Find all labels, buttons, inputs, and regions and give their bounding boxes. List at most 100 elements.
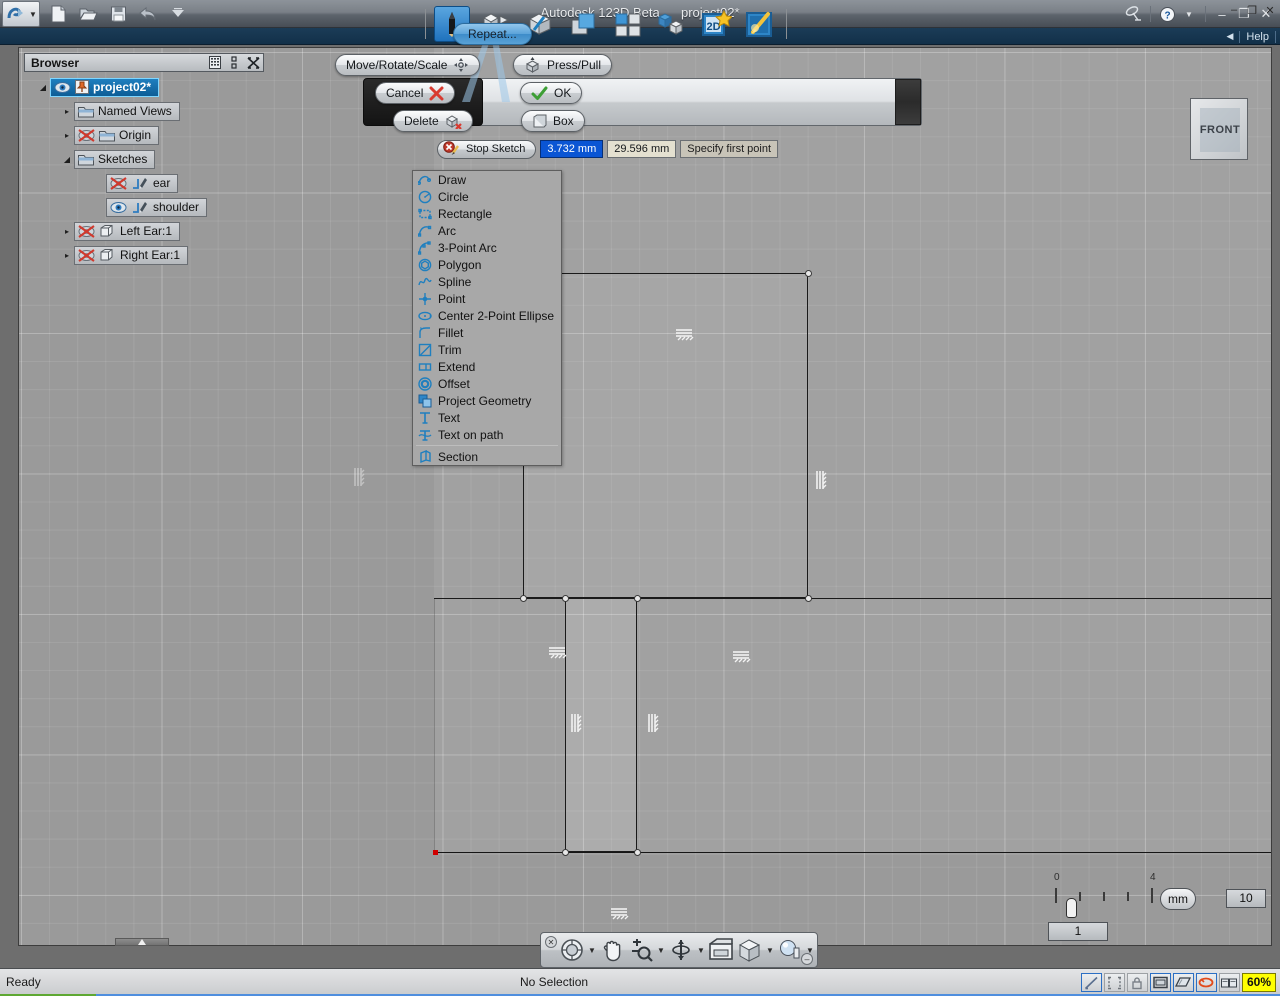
scale-value-left[interactable]: 1	[1048, 922, 1108, 941]
chevron-down-icon[interactable]: ▼	[697, 946, 705, 955]
stop-sketch-button[interactable]: Stop Sketch	[437, 139, 537, 159]
browser-settings-icon[interactable]	[226, 55, 242, 70]
twisty-collapsed-icon[interactable]: ▸	[60, 227, 74, 236]
tree-row[interactable]: ear	[24, 171, 264, 195]
horizontal-constraint-icon[interactable]	[609, 906, 631, 922]
twisty-expanded-icon[interactable]: ◢	[60, 155, 74, 164]
document-minimize-button[interactable]: –	[1226, 3, 1242, 17]
document-restore-button[interactable]: ❐	[1244, 3, 1260, 17]
eye-visible-icon[interactable]	[54, 81, 71, 94]
dimension-input-active[interactable]: 3.732 mm	[540, 140, 604, 158]
sidebar-item-right-ear-1[interactable]: Right Ear:1	[74, 245, 189, 265]
broadcast-icon[interactable]	[1124, 3, 1144, 25]
horizontal-constraint-icon[interactable]	[674, 327, 696, 343]
sidebar-item-left-ear-1[interactable]: Left Ear:1	[74, 221, 181, 241]
sketch-upper-rectangle[interactable]	[523, 273, 808, 598]
sketch-vertex[interactable]	[634, 849, 641, 856]
pattern-icon[interactable]	[566, 6, 602, 42]
menu-item-project-geometry[interactable]: Project Geometry	[413, 392, 561, 409]
sketch-lower-top-edge-right[interactable]	[637, 598, 1271, 599]
menu-item-section[interactable]: Section	[413, 448, 561, 465]
navbar-close-button[interactable]: ✕	[545, 936, 557, 948]
visual-style-icon[interactable]	[737, 936, 763, 964]
sketch-vertex[interactable]	[562, 849, 569, 856]
browser-filter-icon[interactable]	[207, 55, 223, 70]
sketch-origin-point[interactable]	[433, 850, 438, 855]
sketch-vertex[interactable]	[520, 595, 527, 602]
menu-item-text-on-path[interactable]: Text on path	[413, 426, 561, 443]
tree-row[interactable]: ◢ Sketches	[24, 147, 264, 171]
help-dropdown-icon[interactable]: ▼	[1179, 3, 1199, 25]
menu-item-rectangle[interactable]: Rectangle	[413, 205, 561, 222]
scale-slider-thumb[interactable]	[1066, 898, 1077, 918]
box-menu-item[interactable]: Box	[521, 110, 585, 132]
panel-collapse-handle[interactable]	[115, 938, 169, 946]
menu-item-trim[interactable]: Trim	[413, 341, 561, 358]
sketch-vertex[interactable]	[805, 270, 812, 277]
repeat-menu-item[interactable]: Repeat...	[453, 23, 532, 45]
orbit-toggle-icon[interactable]	[1195, 973, 1217, 992]
scale-value-right[interactable]: 10	[1226, 889, 1266, 908]
tree-row[interactable]: ◢ project02*	[24, 75, 264, 99]
menu-item-circle[interactable]: Circle	[413, 188, 561, 205]
cancel-menu-item[interactable]: Cancel	[375, 82, 456, 104]
press-pull-menu-item[interactable]: Press/Pull	[513, 54, 613, 76]
dimension-input-second[interactable]: 29.596 mm	[607, 140, 677, 158]
eye-hidden-icon[interactable]	[78, 248, 95, 262]
zoom-icon[interactable]	[628, 936, 654, 964]
tree-row[interactable]: ▸ Origin	[24, 123, 264, 147]
collapse-ribbon-icon[interactable]: ◀	[1226, 31, 1233, 42]
steering-wheel-icon[interactable]	[559, 936, 585, 964]
eye-hidden-icon[interactable]	[78, 224, 95, 238]
sidebar-item-shoulder[interactable]: shoulder	[106, 197, 208, 217]
ok-menu-item[interactable]: OK	[520, 82, 583, 104]
document-close-button[interactable]: ✕	[1262, 3, 1278, 17]
delete-menu-item[interactable]: Delete	[393, 110, 473, 132]
menu-item-spline[interactable]: Spline	[413, 273, 561, 290]
sidebar-item-ear[interactable]: ear	[106, 173, 179, 193]
twisty-expanded-icon[interactable]: ◢	[36, 83, 50, 92]
horizontal-constraint-icon[interactable]	[547, 645, 569, 661]
combine-icon[interactable]	[610, 6, 646, 42]
parallel-constraint-icon[interactable]	[352, 465, 368, 489]
tree-row[interactable]: shoulder	[24, 195, 264, 219]
dual-view-icon[interactable]	[1218, 973, 1240, 992]
menu-item-text[interactable]: Text	[413, 409, 561, 426]
viewport-icon[interactable]	[1149, 973, 1171, 992]
2d-layout-icon[interactable]: 2D	[698, 6, 734, 42]
browser-close-icon[interactable]	[245, 55, 261, 70]
zoom-level-indicator[interactable]: 60%	[1241, 973, 1276, 992]
chevron-down-icon[interactable]: ▼	[766, 946, 774, 955]
eye-visible-icon[interactable]	[110, 201, 127, 214]
sketch-lower-top-edge-left[interactable]	[434, 598, 565, 599]
sidebar-item-sketches[interactable]: Sketches	[74, 149, 156, 169]
menu-item-offset[interactable]: Offset	[413, 375, 561, 392]
menu-item-polygon[interactable]: Polygon	[413, 256, 561, 273]
menu-item-extend[interactable]: Extend	[413, 358, 561, 375]
menu-item-arc[interactable]: Arc	[413, 222, 561, 239]
sketch-lower-left-edge[interactable]	[434, 598, 435, 852]
eye-hidden-icon[interactable]	[78, 128, 95, 142]
twisty-collapsed-icon[interactable]: ▸	[60, 251, 74, 260]
sidebar-item-project02[interactable]: project02*	[50, 77, 160, 97]
help-link[interactable]: Help	[1246, 31, 1269, 43]
twisty-collapsed-icon[interactable]: ▸	[60, 131, 74, 140]
chevron-down-icon[interactable]: ▼	[657, 946, 665, 955]
view-cube-face-label[interactable]: FRONT	[1200, 108, 1240, 152]
sketch-vertex[interactable]	[562, 595, 569, 602]
menu-item-point[interactable]: Point	[413, 290, 561, 307]
move-rotate-scale-menu-item[interactable]: Move/Rotate/Scale	[335, 54, 481, 76]
group-icon[interactable]	[654, 6, 690, 42]
materials-icon[interactable]	[777, 936, 803, 964]
eye-hidden-icon[interactable]	[110, 176, 127, 190]
menu-item-fillet[interactable]: Fillet	[413, 324, 561, 341]
snap-icon[interactable]	[1080, 973, 1102, 992]
show-motion-icon[interactable]	[708, 936, 734, 964]
sidebar-item-origin[interactable]: Origin	[74, 125, 160, 145]
tree-row[interactable]: ▸ Right Ear:1	[24, 243, 264, 267]
tree-row[interactable]: ▸ Named Views	[24, 99, 264, 123]
parallel-constraint-icon[interactable]	[646, 711, 662, 735]
view-cube[interactable]: FRONT	[1190, 98, 1248, 160]
horizontal-constraint-icon[interactable]	[731, 649, 753, 665]
plane-icon[interactable]	[1172, 973, 1194, 992]
